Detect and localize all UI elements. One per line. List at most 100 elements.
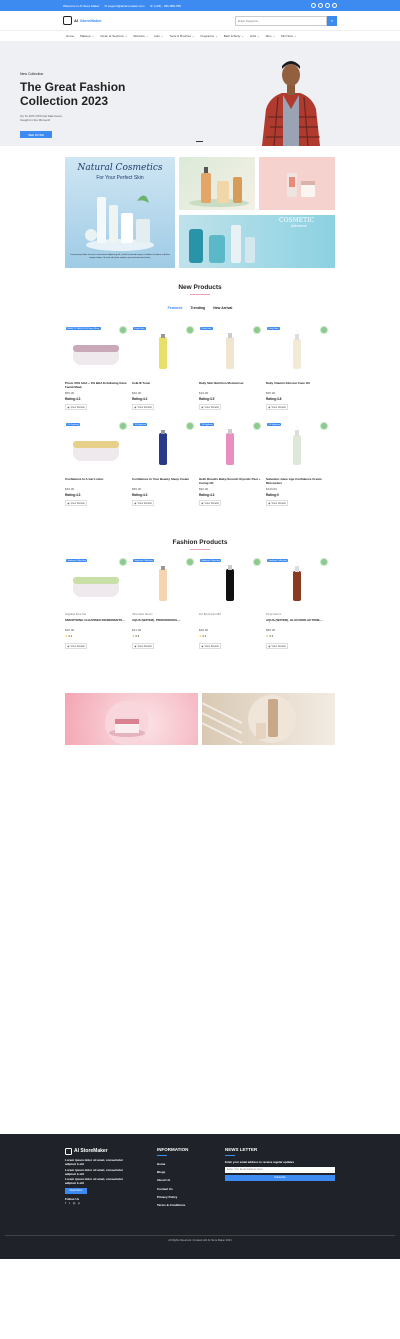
pinterest-icon[interactable] [332,3,337,8]
product-card[interactable]: 15 Sephora Salvation Juice Age Confidenc… [266,422,328,506]
facebook-icon[interactable]: f [65,1201,66,1205]
email-link[interactable]: ✉ support@aistoremaker.com [104,4,144,8]
view-details-button[interactable]: ◉ View Details [266,404,288,410]
product-card[interactable]: BEAUTY SALE 2024 Save Shop Prism 30% AHA… [65,326,127,410]
nav-item-mini-size[interactable]: Mini Size [281,34,293,38]
nav-item-fragrance[interactable]: Fragrance [201,34,215,38]
information-heading: INFORMATION [157,1147,189,1152]
newsletter-email-input[interactable]: Enter Your Email Address Here [225,1167,335,1174]
nav-item-tools-brushes[interactable]: Tools & Brushes [169,34,191,38]
view-details-button[interactable]: ◉ View Details [65,500,87,506]
instagram-icon[interactable]: ◎ [73,1201,76,1205]
eye-icon: ◉ [67,405,70,409]
view-details-label: View Details [70,405,85,409]
footer-link-terms-conditions[interactable]: Terms & Conditions [157,1201,217,1209]
product-name[interactable]: SMOOTHING CLEANSER INGREDIENTS... [65,618,127,622]
subscribe-button[interactable]: Subscribe [225,1175,335,1182]
nav-item-skincare[interactable]: Skincare [133,34,145,38]
product-card[interactable]: Sephora Collection Ultra Glow Serum AQUA… [132,558,194,649]
product-price: $92.00 [199,487,209,491]
product-card[interactable]: Sephora Collection Pro Brush Fan #64 $39… [199,558,261,649]
nav-item-gifts[interactable]: Gifts [250,34,256,38]
see-more-button[interactable]: SEE MORE [20,131,52,138]
twitter-icon[interactable] [318,3,323,8]
product-card[interactable]: Sephora Collection Pump Serum AQUA (WATE… [266,558,328,649]
footer-link-privacy-policy[interactable]: Privacy Policy [157,1193,217,1201]
product-name[interactable]: CeB-III Toner [132,381,194,385]
slider-indicator[interactable] [196,141,203,142]
product-name[interactable]: Confidence In A Gel Lotion [65,477,127,481]
product-card[interactable]: 15 Sephora Confidence In A Gel Lotion $4… [65,422,127,506]
serum-banner[interactable] [179,157,255,210]
product-name[interactable]: AQUA (WATER), PROPANEDIOL,... [132,618,194,622]
pink-cream-banner[interactable] [65,693,198,745]
chevron-down-icon: ⌄ [294,34,297,38]
instagram-icon[interactable] [325,3,330,8]
product-badge: Daily Sale [133,327,146,330]
beige-products-banner[interactable] [202,693,335,745]
chevron-down-icon: ⌄ [160,34,164,38]
product-stars: ★ 4.1 [65,634,72,638]
eye-icon: ◉ [134,501,137,505]
chevron-down-icon: ⌄ [192,34,195,38]
logo-icon [63,16,72,25]
new-products-title: New Products [178,284,222,291]
product-card[interactable]: Sephora Collection Supplied Pure Set SMO… [65,558,127,649]
view-details-button[interactable]: ◉ View Details [132,404,154,410]
twitter-icon[interactable]: t [69,1201,70,1205]
view-details-button[interactable]: ◉ View Details [199,500,221,506]
view-details-button[interactable]: ◉ View Details [65,643,87,649]
chevron-down-icon: ⌄ [272,34,275,38]
pinterest-icon[interactable]: p [78,1201,80,1205]
footer-link-about-us[interactable]: About Us [157,1176,217,1184]
search-button[interactable]: ⌕ [327,15,337,26]
view-details-button[interactable]: ◉ View Details [132,500,154,506]
view-details-button[interactable]: ◉ View Details [65,404,87,410]
phone-link[interactable]: ☏ (123) - 456-868-789 [150,4,181,8]
nav-item-hair[interactable]: Hair [154,34,160,38]
product-name[interactable]: Daily Skin Nutrition Moisturiser [199,381,261,385]
product-badge: 15 Sephora [200,423,215,426]
view-details-button[interactable]: ◉ View Details [132,643,154,649]
read-more-button[interactable]: Read More [65,1187,87,1194]
product-card[interactable]: Daily Sale Daily Skin Nutrition Moisturi… [199,326,261,410]
search-bar: ⌕ [235,15,337,26]
pink-products-banner[interactable]: CO [259,157,335,210]
product-name[interactable]: Daily Vitamin Infusion Face Oil [266,381,328,385]
view-details-button[interactable]: ◉ View Details [199,643,221,649]
product-brand: Ultra Glow Serum [132,613,153,616]
search-input[interactable] [235,15,327,26]
product-name[interactable]: Salvation Juice Age Confidence Cream Moi… [266,477,328,485]
product-name[interactable]: Prism 30% AHA + 3% BHA Exfoliating Glow … [65,381,127,389]
cream-jar-image [105,701,149,745]
nav-item-makeup[interactable]: Makeup [80,34,91,38]
facebook-icon[interactable] [311,3,316,8]
product-name[interactable]: Confidence In Your Beauty Sleep Cream [132,477,194,481]
view-details-button[interactable]: ◉ View Details [199,404,221,410]
product-card[interactable]: Daily Sale CeB-III Toner $40.00 Rating:4… [132,326,194,410]
natural-cosmetics-banner[interactable]: Natural Cosmetics For Your Perfect Skin … [65,157,175,268]
footer-link-contact-us[interactable]: Contact Us [157,1185,217,1193]
footer-link-home[interactable]: Home [157,1160,217,1168]
tab-new-arrival[interactable]: New Arrival [213,306,232,310]
footer-logo[interactable]: AI StoreMaker [65,1148,130,1155]
nav-item-men[interactable]: Men [266,34,272,38]
footer-link-blogs[interactable]: Blogs [157,1168,217,1176]
product-card[interactable]: 15 Sephora Hello Results Baby-Smooth Gly… [199,422,261,506]
product-card[interactable]: Daily Sale Daily Vitamin Infusion Face O… [266,326,328,410]
tab-featured[interactable]: Featured [168,306,183,310]
site-logo[interactable]: AI StoreMaker [63,16,102,25]
nav-item-bath-body[interactable]: Bath & Body [224,34,241,38]
eye-icon: ◉ [201,644,204,648]
view-details-button[interactable]: ◉ View Details [266,500,288,506]
nav-item-clean-at-sephora[interactable]: Clean at Sephora [100,34,123,38]
product-name[interactable]: AQUA (WATER), GLUCONOLACTONE,... [266,618,328,622]
product-brand: Pump Serum [266,613,282,616]
tab-trending[interactable]: Trending [190,306,205,310]
product-card[interactable]: 15 Sephora Confidence In Your Beauty Sle… [132,422,194,506]
cosmetic-adventure-banner[interactable]: COSMETIC Adventure [179,215,335,268]
product-name[interactable]: Hello Results Baby-Smooth Glycolic Peel … [199,477,261,485]
nav-item-home[interactable]: Home [66,34,74,38]
view-details-button[interactable]: ◉ View Details [266,643,288,649]
copyright-text: All Rights Reserved. Created with AI Sto… [168,1239,232,1242]
